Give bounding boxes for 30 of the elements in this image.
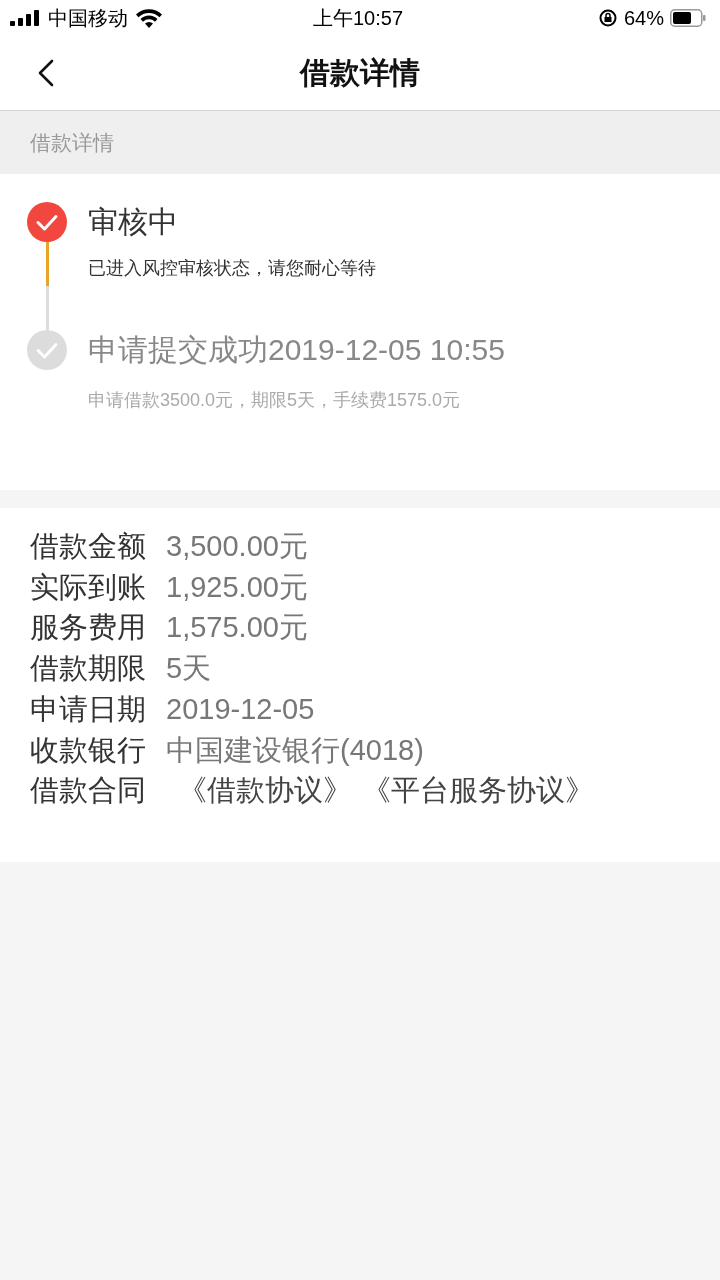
contract-link[interactable]: 《借款协议》 [178, 770, 352, 811]
detail-value: 3,500.00元 [166, 529, 308, 564]
back-icon [38, 59, 54, 87]
step-description: 申请借款3500.0元，期限5天，手续费1575.0元 [88, 389, 462, 412]
battery-percent: 64% [623, 6, 664, 30]
detail-label: 借款期限 [30, 651, 146, 687]
detail-label: 服务费用 [30, 610, 146, 646]
detail-label: 收款银行 [30, 732, 146, 768]
detail-value: 2019-12-05 [166, 691, 315, 727]
back-button[interactable] [38, 59, 54, 87]
step-description: 已进入风控审核状态，请您耐心等待 [88, 257, 376, 280]
wifi-icon [136, 8, 162, 28]
detail-value: 1,925.00元 [166, 569, 308, 605]
section-title: 借款详情 [30, 129, 114, 156]
detail-value: 中国建设银行(4018) [166, 732, 424, 768]
detail-label: 借款合同 [30, 773, 146, 809]
detail-value: 5天 [166, 651, 212, 687]
step-title: 申请提交成功2019-12-05 10:55 [88, 332, 505, 368]
detail-label: 借款金额 [30, 529, 146, 564]
rotation-lock-icon [597, 8, 618, 28]
contract-link[interactable]: 《平台服务协议》 [362, 770, 594, 811]
detail-label: 申请日期 [30, 691, 146, 727]
page-title: 借款详情 [300, 54, 420, 91]
detail-label: 实际到账 [30, 569, 146, 605]
battery-icon [670, 9, 706, 27]
status-time: 上午10:57 [312, 5, 404, 31]
detail-value: 1,575.00元 [166, 610, 308, 646]
signal-icon [10, 10, 40, 26]
step-title: 审核中 [88, 204, 179, 240]
carrier-name: 中国移动 [48, 5, 128, 31]
